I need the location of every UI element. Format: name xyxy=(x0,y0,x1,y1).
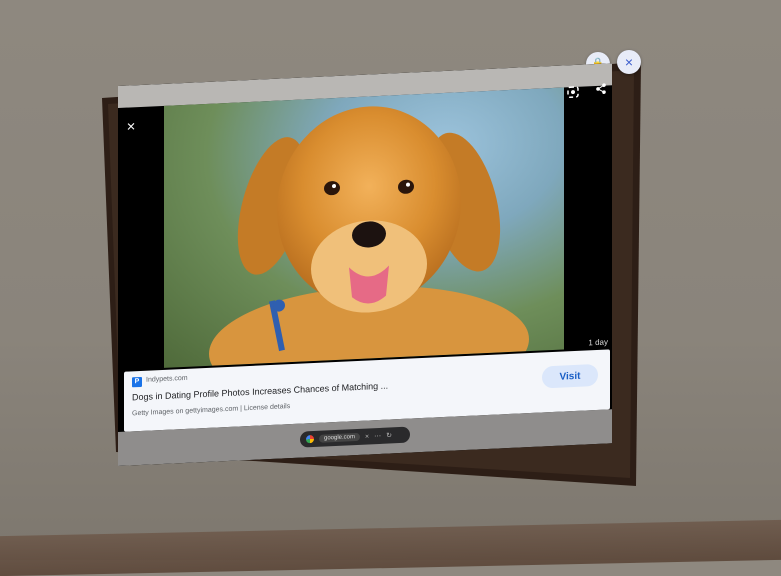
result-title[interactable]: Dogs in Dating Profile Photos Increases … xyxy=(132,381,388,403)
window-close-button[interactable]: × xyxy=(617,50,641,74)
puppy-photo[interactable] xyxy=(164,87,564,368)
google-lens-icon[interactable] xyxy=(564,83,582,102)
close-icon: × xyxy=(126,117,136,136)
browser-panel: × 1 day P Indypets.com Dogs in Dating Pr… xyxy=(118,63,612,466)
url-text[interactable]: google.com xyxy=(319,432,361,443)
tab-close-icon[interactable]: × xyxy=(365,433,369,440)
google-logo-icon xyxy=(306,434,314,444)
image-credit: Getty Images on gettyimages.com | Licens… xyxy=(132,403,291,418)
viewer-close-button[interactable]: × xyxy=(122,117,140,136)
source-favicon: P xyxy=(132,376,142,388)
source-name: Indypets.com xyxy=(146,374,188,384)
address-bar[interactable]: google.com × ⋯ ↻ xyxy=(300,426,410,448)
reload-icon[interactable]: ↻ xyxy=(386,431,392,439)
close-icon: × xyxy=(624,54,634,70)
share-icon[interactable] xyxy=(592,79,610,98)
more-icon[interactable]: ⋯ xyxy=(374,432,381,440)
date-tag: 1 day xyxy=(584,335,612,351)
puppy-illustration xyxy=(209,106,529,368)
visit-button[interactable]: Visit xyxy=(542,363,598,389)
